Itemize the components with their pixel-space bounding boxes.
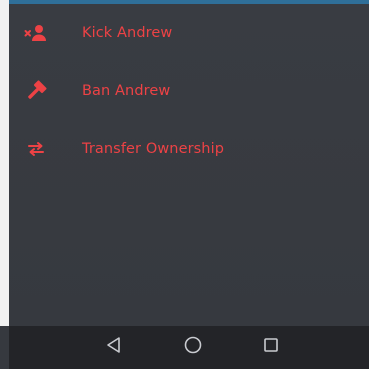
member-actions-sheet: Kick Andrew Ban Andrew Transfer Ownershi…	[9, 4, 369, 326]
transfer-ownership-item[interactable]: Transfer Ownership	[9, 120, 369, 178]
home-button[interactable]	[181, 335, 205, 359]
recents-icon	[262, 336, 280, 358]
transfer-ownership-label: Transfer Ownership	[82, 141, 225, 157]
background-content-edge	[0, 0, 9, 326]
kick-member-item[interactable]: Kick Andrew	[9, 4, 369, 62]
back-icon	[105, 336, 123, 358]
recents-button[interactable]	[259, 335, 283, 359]
kick-user-icon	[23, 20, 49, 46]
system-navigation-bar	[9, 326, 369, 369]
kick-member-label: Kick Andrew	[82, 25, 173, 41]
ban-member-label: Ban Andrew	[82, 83, 171, 99]
ban-member-item[interactable]: Ban Andrew	[9, 62, 369, 120]
transfer-arrows-icon	[23, 136, 49, 162]
home-icon	[183, 335, 203, 359]
ban-hammer-icon	[23, 78, 49, 104]
member-actions-menu: Kick Andrew Ban Andrew Transfer Ownershi…	[9, 4, 369, 178]
screen: Kick Andrew Ban Andrew Transfer Ownershi…	[0, 0, 369, 369]
back-button[interactable]	[102, 335, 126, 359]
